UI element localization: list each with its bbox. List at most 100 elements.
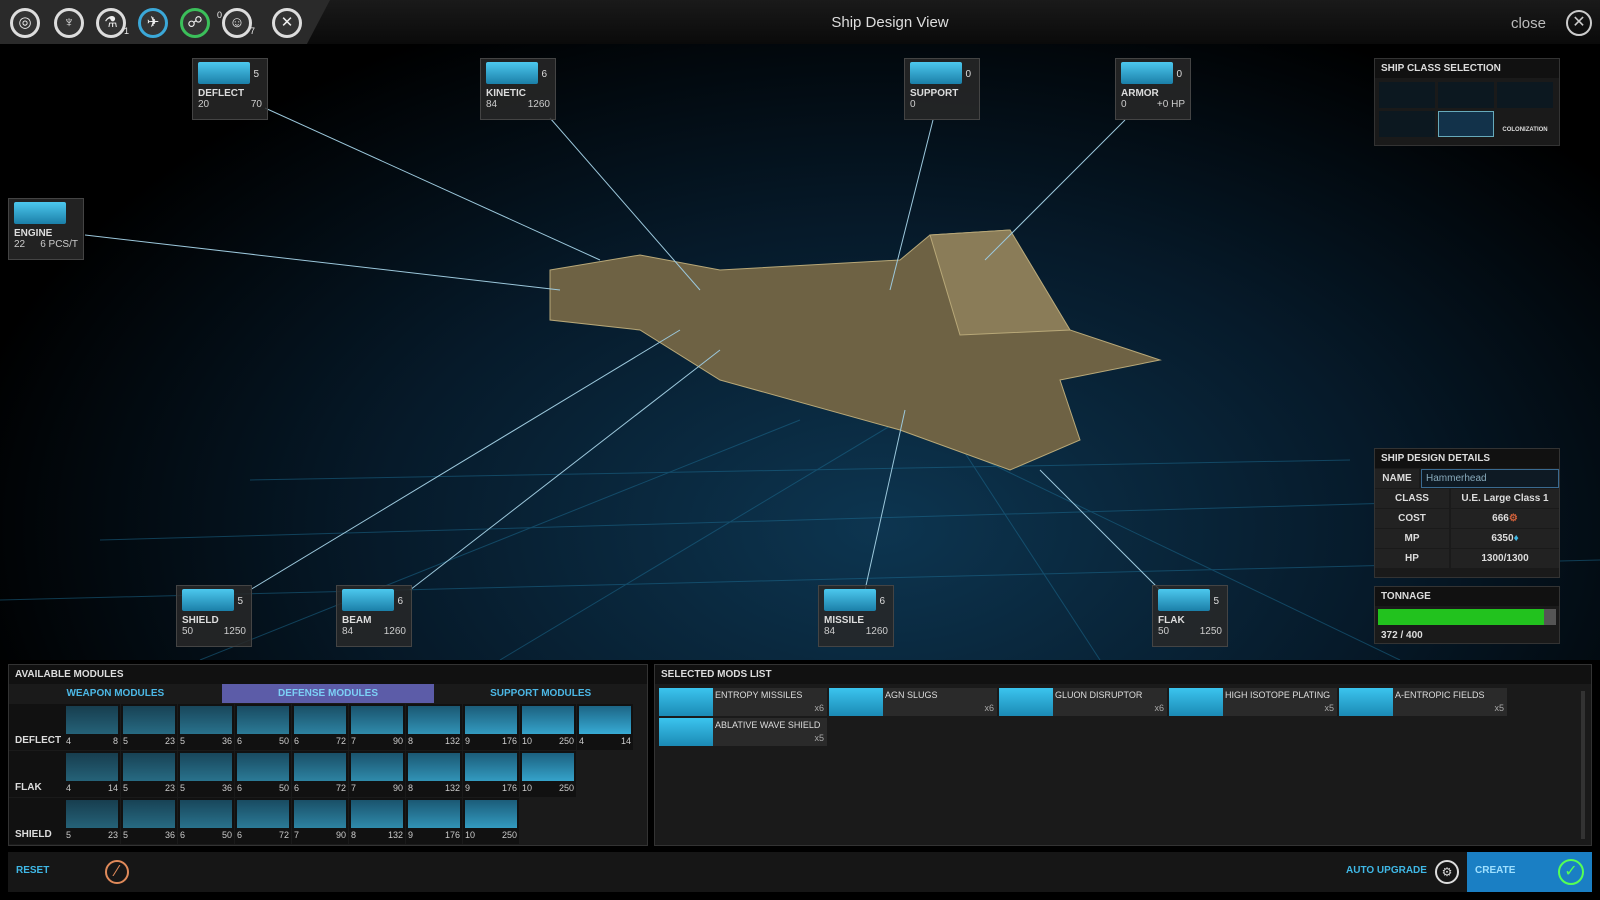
slot-count: 5: [253, 69, 259, 80]
hp-label: HP: [1375, 549, 1449, 568]
module-cell[interactable]: 8 132: [406, 751, 462, 797]
module-cell[interactable]: 4 14: [64, 751, 120, 797]
mp-label: MP: [1375, 529, 1449, 548]
module-cell[interactable]: 6 50: [235, 704, 291, 750]
tab-support-modules[interactable]: SUPPORT MODULES: [434, 684, 647, 703]
slot-deflect[interactable]: 5 DEFLECT 20 70: [192, 58, 268, 120]
selected-mod[interactable]: ENTROPY MISSILES x6: [659, 688, 827, 716]
module-cell[interactable]: 9 176: [463, 704, 519, 750]
create-button[interactable]: CREATE ✓: [1467, 852, 1592, 892]
mod-name: HIGH ISOTOPE PLATING: [1225, 690, 1331, 700]
module-cell[interactable]: 5 23: [64, 798, 120, 844]
module-cell[interactable]: 6 50: [178, 798, 234, 844]
module-cell[interactable]: 10 250: [463, 798, 519, 844]
module-cell[interactable]: 8 132: [349, 798, 405, 844]
module-cost: 250: [558, 783, 574, 793]
mod-qty: x6: [1154, 703, 1164, 713]
slot-stat-a: 50: [1158, 626, 1170, 637]
selected-mod[interactable]: HIGH ISOTOPE PLATING x5: [1169, 688, 1337, 716]
module-icon: [465, 706, 517, 734]
class-option-large[interactable]: [1497, 82, 1553, 108]
slot-beam[interactable]: 6 BEAM 84 1260: [336, 585, 412, 647]
module-icon: [123, 753, 175, 781]
module-icon: [408, 753, 460, 781]
mp-value: 6350: [1491, 533, 1514, 544]
check-icon: ✓: [1558, 859, 1584, 885]
module-cost: 36: [221, 736, 232, 746]
auto-upgrade-icon[interactable]: ⚙: [1435, 860, 1459, 884]
module-cell[interactable]: 9 176: [463, 751, 519, 797]
slot-armor[interactable]: 0 ARMOR 0 +0 HP: [1115, 58, 1191, 120]
selected-mod[interactable]: AGN SLUGS x6: [829, 688, 997, 716]
tab-weapon-modules[interactable]: WEAPON MODULES: [9, 684, 222, 703]
class-option-huge[interactable]: [1379, 111, 1435, 137]
slot-engine[interactable]: ENGINE 22 6 PCS/T: [8, 198, 84, 260]
class-option-small[interactable]: [1379, 82, 1435, 108]
slot-flak[interactable]: 5 FLAK 50 1250: [1152, 585, 1228, 647]
module-cell[interactable]: 7 90: [292, 798, 348, 844]
class-value: U.E. Large Class 1: [1451, 489, 1559, 508]
module-cell[interactable]: 8 132: [406, 704, 462, 750]
slot-stat-b: 1250: [1199, 626, 1222, 637]
module-cell[interactable]: 5 23: [121, 704, 177, 750]
module-cell[interactable]: 10 250: [520, 704, 576, 750]
module-cell[interactable]: 48: [64, 704, 120, 750]
slot-shield[interactable]: 5 SHIELD 50 1250: [176, 585, 252, 647]
slot-label: KINETIC: [486, 88, 526, 99]
scrollbar[interactable]: [1581, 691, 1585, 839]
module-icon: [351, 800, 403, 828]
module-tonnage: 5: [123, 783, 129, 793]
armor-icon: [1121, 62, 1173, 84]
module-tonnage: 6: [294, 736, 300, 746]
module-cell[interactable]: 5 36: [178, 751, 234, 797]
module-cell[interactable]: 7 90: [349, 751, 405, 797]
module-tonnage: 4: [579, 736, 585, 746]
module-icon: [123, 706, 175, 734]
slot-count: 6: [541, 69, 547, 80]
selected-mod[interactable]: ABLATIVE WAVE SHIELD x5: [659, 718, 827, 746]
slot-kinetic[interactable]: 6 KINETIC 84 1260: [480, 58, 556, 120]
module-cost: 14: [107, 783, 118, 793]
class-option-medium[interactable]: [1438, 82, 1494, 108]
details-title: SHIP DESIGN DETAILS: [1375, 449, 1559, 468]
module-cell[interactable]: 6 72: [292, 751, 348, 797]
module-cell[interactable]: 7 90: [349, 704, 405, 750]
class-option-selected[interactable]: [1438, 111, 1494, 137]
module-cell[interactable]: 5 36: [178, 704, 234, 750]
reset-icon[interactable]: ⁄: [105, 860, 129, 884]
class-option-colonization[interactable]: COLONIZATION: [1497, 111, 1553, 137]
row-label: FLAK: [9, 751, 64, 797]
close-button[interactable]: close: [1511, 15, 1546, 32]
mod-icon: [829, 688, 883, 716]
module-cell[interactable]: 9 176: [406, 798, 462, 844]
module-tonnage: 7: [351, 736, 357, 746]
module-cell[interactable]: 10 250: [520, 751, 576, 797]
mod-name: GLUON DISRUPTOR: [1055, 690, 1143, 700]
close-icon[interactable]: ✕: [1566, 10, 1592, 36]
module-cell[interactable]: 6 72: [235, 798, 291, 844]
slot-support[interactable]: 0 SUPPORT 0: [904, 58, 980, 120]
slot-label: SUPPORT: [910, 88, 959, 99]
module-tonnage: 10: [465, 830, 476, 840]
tonnage-bar: [1378, 609, 1556, 625]
tab-defense-modules[interactable]: DEFENSE MODULES: [221, 684, 435, 703]
slot-missile[interactable]: 6 MISSILE 84 1260: [818, 585, 894, 647]
module-tonnage: 6: [237, 736, 243, 746]
module-cost: 132: [444, 736, 460, 746]
module-cell[interactable]: 5 23: [121, 751, 177, 797]
reset-button[interactable]: RESET: [16, 865, 49, 876]
slot-stat-a: 84: [824, 626, 836, 637]
module-cell[interactable]: 6 72: [292, 704, 348, 750]
slot-stat-a: 0: [910, 99, 916, 110]
selected-mod[interactable]: A-ENTROPIC FIELDS x5: [1339, 688, 1507, 716]
module-cell[interactable]: 6 50: [235, 751, 291, 797]
module-cell[interactable]: 5 36: [121, 798, 177, 844]
module-cell[interactable]: 4 14: [577, 704, 633, 750]
module-cost: 36: [164, 830, 175, 840]
module-tonnage: 6: [180, 830, 186, 840]
selected-mod[interactable]: GLUON DISRUPTOR x6: [999, 688, 1167, 716]
mod-name: ENTROPY MISSILES: [715, 690, 803, 700]
module-icon: [180, 753, 232, 781]
name-input[interactable]: [1421, 469, 1559, 488]
auto-upgrade-button[interactable]: AUTO UPGRADE: [1346, 865, 1427, 876]
